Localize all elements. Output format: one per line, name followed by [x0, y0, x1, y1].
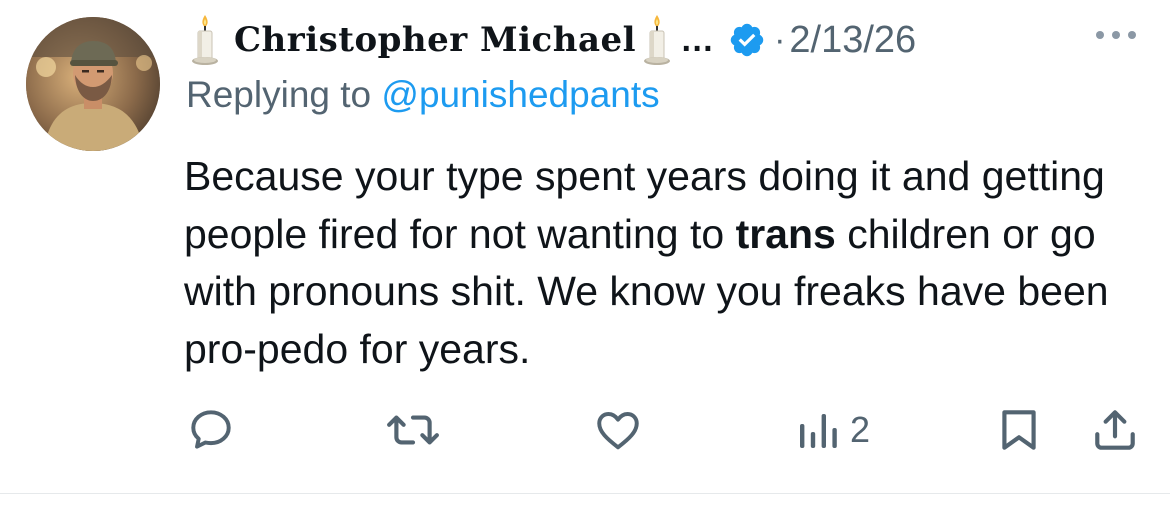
tweet-header: Christopher Michael … · 2/13/26: [190, 12, 916, 68]
retweet-button[interactable]: [386, 404, 440, 456]
bookmark-icon: [1002, 410, 1036, 450]
retweet-icon: [387, 415, 439, 445]
replying-to-label: Replying to: [186, 74, 382, 115]
replying-to: Replying to @punishedpants: [186, 74, 660, 116]
action-bar: 2: [0, 404, 1170, 456]
views-count: 2: [850, 409, 871, 450]
views-button[interactable]: 2: [796, 404, 870, 456]
name-truncation: …: [680, 20, 715, 59]
reply-handle-link[interactable]: @punishedpants: [381, 74, 659, 115]
header-separator: ·: [774, 20, 786, 59]
heart-icon: [597, 411, 639, 450]
tweet-date[interactable]: 2/13/26: [789, 19, 916, 62]
tweet-text-bold: trans: [735, 210, 836, 257]
share-button[interactable]: [1090, 404, 1140, 456]
candle-emoji-icon: [642, 13, 672, 67]
reply-icon: [191, 410, 231, 449]
more-options-icon[interactable]: [1093, 28, 1139, 42]
display-name[interactable]: Christopher Michael: [234, 20, 636, 60]
tweet-text: Because your type spent years doing it a…: [184, 148, 1159, 378]
avatar[interactable]: [26, 17, 160, 151]
candle-emoji-icon: [190, 13, 220, 67]
reply-button[interactable]: [186, 404, 236, 456]
tweet-divider: [0, 493, 1170, 494]
verified-badge-icon: [728, 21, 766, 59]
share-icon: [1095, 410, 1135, 450]
tweet: Christopher Michael … · 2/13/26 Replying…: [0, 0, 1170, 494]
views-chart-icon: [800, 414, 837, 448]
bookmark-button[interactable]: [994, 404, 1044, 456]
like-button[interactable]: [592, 404, 644, 456]
